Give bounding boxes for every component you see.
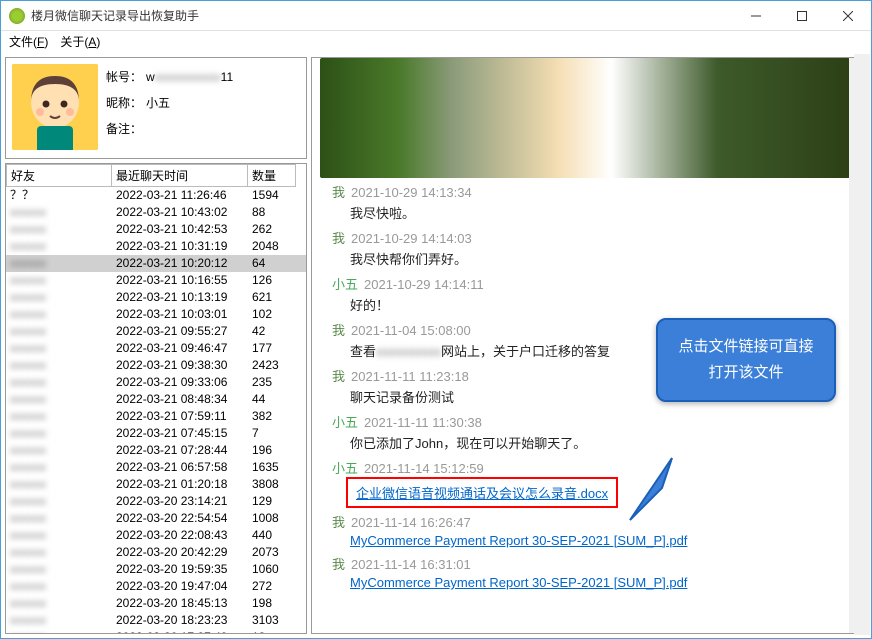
maximize-button[interactable] xyxy=(779,1,825,31)
table-row[interactable]: xxxxxx2022-03-20 20:42:292073 xyxy=(6,544,306,561)
sender-name: 小五 xyxy=(332,277,358,292)
chat-message: 小五 2021-11-14 15:12:59 企业微信语音视频通话及会议怎么录音.d… xyxy=(332,458,858,508)
table-row[interactable]: xxxxxx2022-03-21 10:13:19621 xyxy=(6,289,306,306)
table-row[interactable]: xxxxxx2022-03-21 10:31:192048 xyxy=(6,238,306,255)
timestamp: 2021-10-29 14:13:34 xyxy=(351,185,472,200)
nick-value: 小五 xyxy=(146,90,300,116)
table-row[interactable]: xxxxxx2022-03-21 10:20:1264 xyxy=(6,255,306,272)
table-row[interactable]: xxxxxx2022-03-20 23:14:21129 xyxy=(6,493,306,510)
file-link-highlighted: 企业微信语音视频通话及会议怎么录音.docx xyxy=(346,477,618,508)
remark-label: 备注： xyxy=(106,116,146,142)
table-row[interactable]: ？？2022-03-21 11:26:461594 xyxy=(6,187,306,204)
chat-message: 我 2021-11-14 16:31:01 MyCommerce Payment R… xyxy=(332,554,858,590)
table-row[interactable]: xxxxxx2022-03-21 09:55:2742 xyxy=(6,323,306,340)
chat-message: 我 2021-11-14 16:26:47 MyCommerce Payment R… xyxy=(332,512,858,548)
annotation-callout: 点击文件链接可直接 打开该文件 xyxy=(656,318,836,402)
sender-name: 我 xyxy=(332,323,345,338)
timestamp: 2021-11-11 11:23:18 xyxy=(351,369,469,384)
col-friend[interactable]: 好友 xyxy=(6,164,112,187)
timestamp: 2021-11-14 15:12:59 xyxy=(364,461,484,476)
profile-panel: 帐号：wxxxxxxxxxxx11 昵称：小五 备注： xyxy=(5,57,307,159)
sender-name: 小五 xyxy=(332,415,358,430)
table-row[interactable]: xxxxxx2022-03-21 06:57:581635 xyxy=(6,459,306,476)
table-row[interactable]: xxxxxx2022-03-21 10:16:55126 xyxy=(6,272,306,289)
table-row[interactable]: xxxxxx2022-03-21 07:45:157 xyxy=(6,425,306,442)
table-row[interactable]: xxxxxx2022-03-20 18:45:13198 xyxy=(6,595,306,612)
message-body: 我尽快帮你们弄好。 xyxy=(350,249,858,268)
minimize-button[interactable] xyxy=(733,1,779,31)
chat-message: 小五 2021-10-29 14:14:11 好的！ xyxy=(332,274,858,314)
message-body: 你已添加了John，现在可以开始聊天了。 xyxy=(350,433,858,452)
file-link[interactable]: MyCommerce Payment Report 30-SEP-2021 [S… xyxy=(350,575,687,590)
menu-file[interactable]: 文件(F) xyxy=(9,33,48,51)
sender-name: 我 xyxy=(332,557,345,572)
file-link[interactable]: MyCommerce Payment Report 30-SEP-2021 [S… xyxy=(350,533,687,548)
table-row[interactable]: xxxxxx2022-03-20 19:59:351060 xyxy=(6,561,306,578)
account-value: wxxxxxxxxxxx11 xyxy=(146,64,300,90)
table-row[interactable]: xxxxxx2022-03-21 09:38:302423 xyxy=(6,357,306,374)
avatar xyxy=(12,64,98,150)
table-row[interactable]: xxxxxx2022-03-21 09:46:47177 xyxy=(6,340,306,357)
table-row[interactable]: xxxxxx2022-03-21 07:59:11382 xyxy=(6,408,306,425)
table-row[interactable]: xxxxxx2022-03-20 22:54:541008 xyxy=(6,510,306,527)
col-count[interactable]: 数量 xyxy=(248,164,296,187)
chat-message: 我 2021-10-29 14:14:03 我尽快帮你们弄好。 xyxy=(332,228,858,268)
message-body: 我尽快啦。 xyxy=(350,203,858,222)
table-row[interactable]: xxxxxx2022-03-21 09:33:06235 xyxy=(6,374,306,391)
chat-image[interactable] xyxy=(320,58,850,178)
menu-about[interactable]: 关于(A) xyxy=(60,33,100,51)
timestamp: 2021-11-04 15:08:00 xyxy=(351,323,471,338)
message-body: 好的！ xyxy=(350,295,858,314)
app-icon xyxy=(9,8,25,24)
chat-message: 我 2021-10-29 14:13:34 我尽快啦。 xyxy=(332,182,858,222)
table-row[interactable]: xxxxxx2022-03-21 01:20:183808 xyxy=(6,476,306,493)
sender-name: 小五 xyxy=(332,461,358,476)
sender-name: 我 xyxy=(332,515,345,530)
table-row[interactable]: xxxxxx2022-03-21 10:43:0288 xyxy=(6,204,306,221)
account-label: 帐号： xyxy=(106,64,146,90)
sender-name: 我 xyxy=(332,185,345,200)
table-row[interactable]: xxxxxx2022-03-20 22:08:43440 xyxy=(6,527,306,544)
col-time[interactable]: 最近聊天时间 xyxy=(112,164,248,187)
table-row[interactable]: xxxxxx2022-03-20 18:23:233103 xyxy=(6,612,306,629)
titlebar: 楼月微信聊天记录导出恢复助手 xyxy=(1,1,871,31)
table-row[interactable]: xxxxxx2022-03-21 07:28:44196 xyxy=(6,442,306,459)
chat-message: 小五 2021-11-11 11:30:38 你已添加了John，现在可以开始聊天了… xyxy=(332,412,858,452)
friend-table[interactable]: 好友 最近聊天时间 数量 ？？2022-03-21 11:26:461594xx… xyxy=(5,163,307,634)
table-row[interactable]: xxxxxx2022-03-21 10:03:01102 xyxy=(6,306,306,323)
nick-label: 昵称： xyxy=(106,90,146,116)
window-title: 楼月微信聊天记录导出恢复助手 xyxy=(31,7,733,24)
sender-name: 我 xyxy=(332,231,345,246)
table-row[interactable]: xxxxxx2022-03-21 08:48:3444 xyxy=(6,391,306,408)
table-row[interactable]: xxxxxx2022-03-20 17:27:4913 xyxy=(6,629,306,634)
timestamp: 2021-10-29 14:14:11 xyxy=(364,277,484,292)
close-button[interactable] xyxy=(825,1,871,31)
chat-panel: 我2021-10-29 14:13:34我尽快啦。我2021-10-29 14:… xyxy=(311,57,867,634)
outer-scrollbar[interactable] xyxy=(854,54,870,635)
timestamp: 2021-11-14 16:26:47 xyxy=(351,515,471,530)
remark-value xyxy=(146,116,300,142)
table-row[interactable]: xxxxxx2022-03-21 10:42:53262 xyxy=(6,221,306,238)
sender-name: 我 xyxy=(332,369,345,384)
menubar: 文件(F) 关于(A) xyxy=(1,31,871,53)
timestamp: 2021-11-11 11:30:38 xyxy=(364,415,482,430)
file-link[interactable]: 企业微信语音视频通话及会议怎么录音.docx xyxy=(356,486,608,501)
timestamp: 2021-11-14 16:31:01 xyxy=(351,557,471,572)
timestamp: 2021-10-29 14:14:03 xyxy=(351,231,472,246)
table-header: 好友 最近聊天时间 数量 xyxy=(6,164,306,187)
table-row[interactable]: xxxxxx2022-03-20 19:47:04272 xyxy=(6,578,306,595)
